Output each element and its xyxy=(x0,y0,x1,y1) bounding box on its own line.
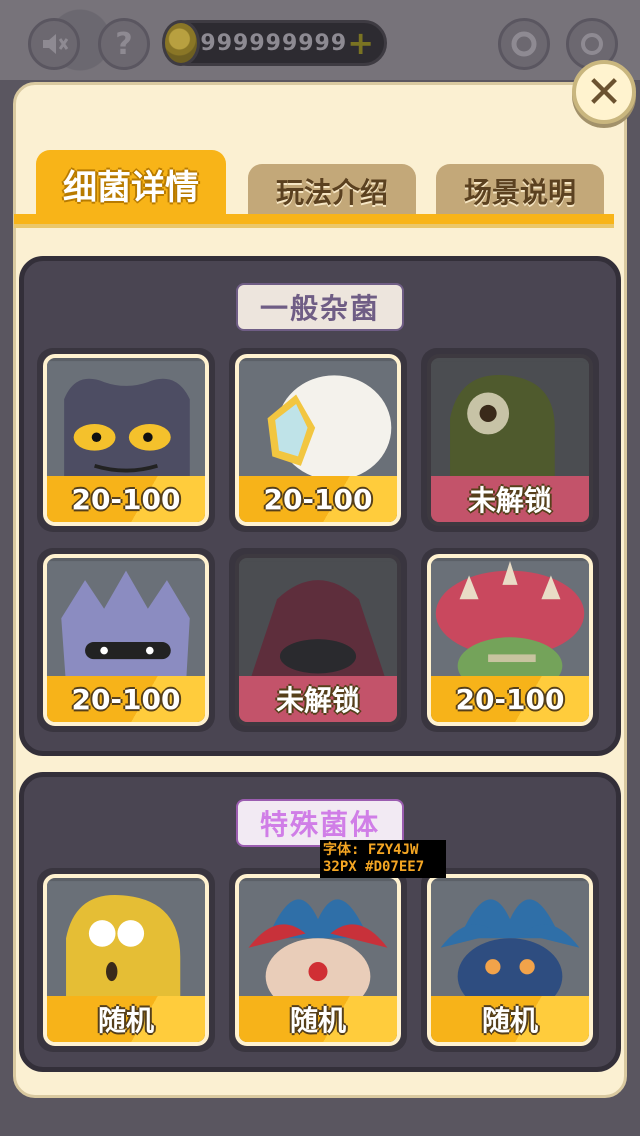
card-label: 20-100 xyxy=(239,476,397,522)
coin-icon xyxy=(162,20,201,66)
bacteria-card[interactable]: 20-100 xyxy=(421,548,599,732)
speaker-muted-icon xyxy=(43,34,69,54)
close-icon: ✕ xyxy=(585,66,623,118)
card-label: 随机 xyxy=(431,996,589,1042)
jester-blue-icon xyxy=(431,881,589,1008)
close-button[interactable]: ✕ xyxy=(572,60,636,124)
coin-value: 999999999 xyxy=(200,30,348,56)
hooded-shadow-icon xyxy=(239,561,397,685)
green-cyclops-icon xyxy=(431,361,589,485)
help-icon: ? xyxy=(115,26,133,62)
card-label: 未解锁 xyxy=(239,676,397,722)
bacteria-card[interactable]: 20-100 xyxy=(37,348,215,532)
add-coins-button[interactable]: + xyxy=(347,24,374,62)
bacteria-card[interactable]: 20-100 xyxy=(229,348,407,532)
bacteria-card-locked[interactable]: 未解锁 xyxy=(229,548,407,732)
spiky-violet-blob-icon xyxy=(47,561,205,685)
tab-bar: 细菌详情 玩法介绍 场景说明 xyxy=(36,148,608,218)
coin-counter: 999999999 + xyxy=(162,20,387,66)
card-label: 20-100 xyxy=(47,476,205,522)
mute-icon[interactable] xyxy=(28,18,80,70)
annotation-line: 字体: FZY4JW xyxy=(323,842,419,858)
card-label: 20-100 xyxy=(431,676,589,722)
gear-icon xyxy=(511,31,537,57)
bacteria-card[interactable]: 20-100 xyxy=(37,548,215,732)
yellow-blob-icon xyxy=(47,881,205,1005)
card-label: 随机 xyxy=(239,996,397,1042)
card-label: 未解锁 xyxy=(431,476,589,522)
font-annotation: 字体: FZY4JW 32PX #D07EE7 xyxy=(320,840,446,878)
tab-bacteria-details[interactable]: 细菌详情 xyxy=(36,150,226,218)
bacteria-card[interactable]: 随机 xyxy=(229,868,407,1052)
settings-icon[interactable] xyxy=(498,18,550,70)
jester-clown-icon xyxy=(239,881,397,1008)
dark-horned-blob-icon xyxy=(47,361,205,485)
tab-scene-info[interactable]: 场景说明 xyxy=(436,164,604,218)
ring-icon xyxy=(581,33,603,55)
tab-gameplay[interactable]: 玩法介绍 xyxy=(248,164,416,218)
card-label: 20-100 xyxy=(47,676,205,722)
mushroom-zombie-icon xyxy=(431,561,589,688)
bacteria-card-locked[interactable]: 未解锁 xyxy=(421,348,599,532)
help-button[interactable]: ? xyxy=(98,18,150,70)
bacteria-card[interactable]: 随机 xyxy=(421,868,599,1052)
annotation-line: 32PX #D07EE7 xyxy=(323,859,425,875)
card-label: 随机 xyxy=(47,996,205,1042)
tab-underline xyxy=(14,214,614,228)
bacteria-card[interactable]: 随机 xyxy=(37,868,215,1052)
white-crystal-puff-icon xyxy=(239,361,397,485)
section-title-general: 一般杂菌 xyxy=(235,283,405,331)
